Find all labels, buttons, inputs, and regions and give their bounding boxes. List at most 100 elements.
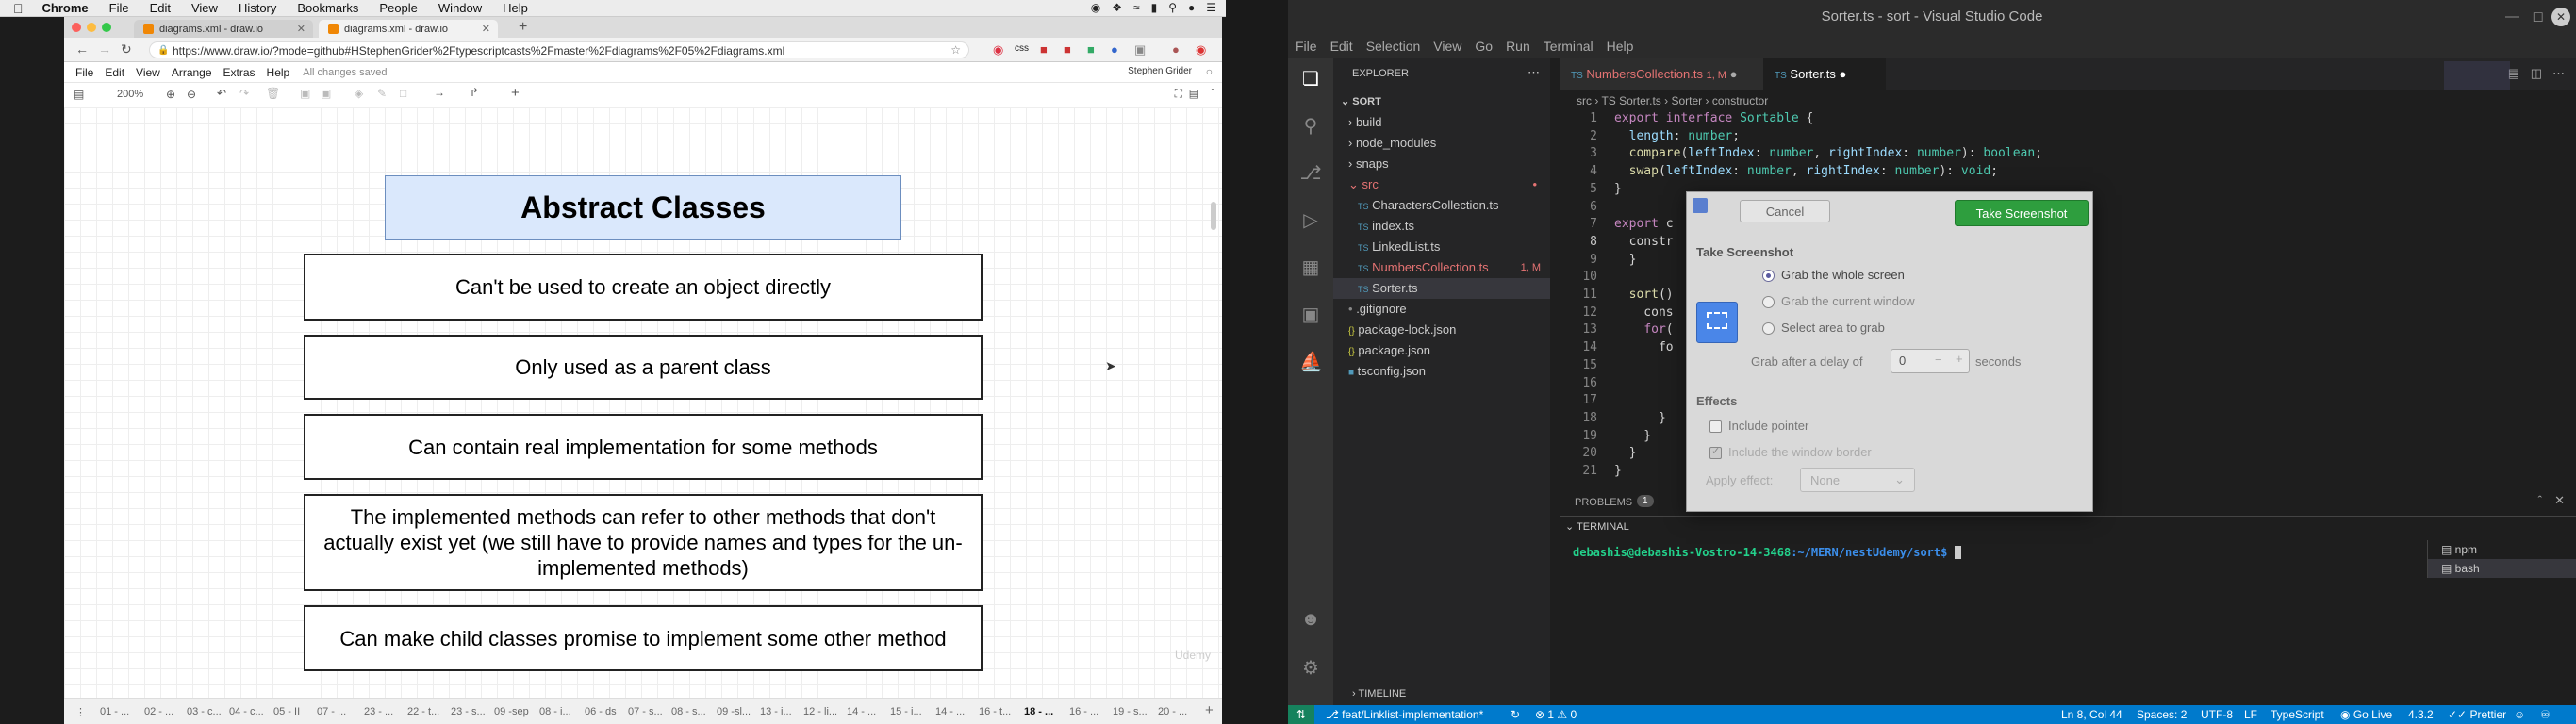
bookmark-star-icon[interactable]: ☆ — [950, 41, 961, 58]
tree-item-file[interactable]: ■ tsconfig.json — [1333, 361, 1550, 382]
battery-icon[interactable]: ▮ — [1151, 1, 1158, 14]
connection-icon[interactable]: → — [434, 86, 445, 99]
notification-icon[interactable]: ☰ — [1206, 1, 1216, 14]
forward-icon[interactable]: → — [98, 41, 111, 57]
diagram-box-3[interactable]: Can contain real implementation for some… — [304, 414, 983, 480]
zoom-in-icon[interactable]: ⊕ — [166, 88, 175, 101]
drawio-menu-help[interactable]: Help — [267, 66, 290, 79]
extension-icon[interactable]: ● — [1111, 42, 1118, 57]
menu-file[interactable]: File — [109, 1, 129, 15]
zoom-out-icon[interactable]: ⊖ — [187, 88, 196, 101]
globe-icon[interactable]: ○ — [1206, 65, 1213, 78]
profile-avatar[interactable]: ● — [1172, 42, 1180, 57]
diagram-box-1[interactable]: Can't be used to create an object direct… — [304, 254, 983, 321]
increment-icon[interactable]: + — [1956, 352, 1963, 366]
apply-effect-select[interactable]: None ⌄ — [1800, 468, 1915, 492]
language-mode[interactable]: TypeScript — [2271, 705, 2324, 724]
maximize-panel-icon[interactable]: ˆ — [2538, 493, 2542, 507]
zoom-select[interactable]: 200% — [117, 89, 143, 100]
reload-icon[interactable]: ↻ — [121, 41, 132, 58]
code-line[interactable]: export interface Sortable { — [1614, 111, 1813, 125]
terminal-list-item[interactable]: ▤ npm — [2428, 540, 2576, 559]
wifi-icon[interactable]: ≈ — [1133, 1, 1140, 14]
prettier[interactable]: ✓✓ Prettier — [2448, 705, 2506, 724]
waypoints-icon[interactable]: ↱ — [470, 86, 479, 99]
vmenu-help[interactable]: Help — [1607, 39, 1634, 54]
radio-whole-screen[interactable] — [1762, 270, 1775, 282]
delay-stepper[interactable]: 0 − + — [1891, 349, 1970, 373]
cursor-position[interactable]: Ln 8, Col 44 — [2061, 705, 2122, 724]
close-tab-icon[interactable]: ✕ — [297, 23, 305, 35]
extension-icon[interactable]: ■ — [1064, 42, 1071, 57]
page-tab[interactable]: 14 - ... — [935, 706, 965, 717]
more-actions-icon[interactable]: ⋯ — [1527, 65, 1540, 80]
page-tab[interactable]: 07 - s... — [628, 706, 663, 717]
remote-icon[interactable]: ⇅ — [1288, 705, 1314, 724]
docker-icon[interactable]: ⛵ — [1299, 350, 1323, 372]
tree-item-folder[interactable]: › node_modules — [1333, 133, 1550, 154]
breadcrumb-item[interactable]: Sorter — [1671, 94, 1702, 107]
line-color-icon[interactable]: ✎ — [377, 87, 387, 100]
vmenu-view[interactable]: View — [1433, 39, 1461, 54]
panel-tab-problems[interactable]: PROBLEMS — [1575, 497, 1632, 508]
take-screenshot-button[interactable]: Take Screenshot — [1955, 200, 2089, 226]
terminal-header[interactable]: ⌄ TERMINAL — [1560, 516, 2576, 536]
code-line[interactable]: length: number; — [1614, 129, 1740, 143]
editor-tab[interactable]: TS NumbersCollection.ts 1, M ● — [1560, 58, 1763, 90]
split-editor-icon[interactable]: ◫ — [2531, 66, 2542, 81]
new-tab-icon[interactable]: + — [519, 19, 527, 36]
code-line[interactable]: } — [1614, 411, 1666, 425]
page-tab[interactable]: 02 - ... — [144, 706, 173, 717]
extensions-icon[interactable]: ▦ — [1299, 255, 1322, 278]
browser-tab[interactable]: diagrams.xml - draw.io ✕ — [134, 20, 313, 38]
page-tab[interactable]: 14 - ... — [847, 706, 876, 717]
code-line[interactable]: } — [1614, 253, 1637, 267]
drawio-menu-extras[interactable]: Extras — [223, 66, 256, 79]
menu-chrome[interactable]: Chrome — [42, 1, 89, 15]
page-tab[interactable]: 06 - ds — [585, 706, 617, 717]
diagram-box-4[interactable]: The implemented methods can refer to oth… — [304, 494, 983, 591]
collapse-icon[interactable]: ˆ — [1211, 87, 1214, 100]
pages-menu-icon[interactable]: ⋮ — [75, 706, 86, 718]
page-tab[interactable]: 03 - c... — [187, 706, 222, 717]
page-tab[interactable]: 08 - i... — [539, 706, 571, 717]
include-border-label[interactable]: Include the window border — [1728, 445, 1872, 459]
tree-item-file[interactable]: TS LinkedList.ts — [1333, 237, 1550, 257]
vmenu-run[interactable]: Run — [1506, 39, 1530, 54]
editor-tab-active[interactable]: TS Sorter.ts ● — [1763, 58, 1886, 90]
minimap[interactable] — [2444, 61, 2510, 90]
page-tab[interactable]: 16 - t... — [979, 706, 1011, 717]
project-root[interactable]: ⌄ SORT — [1333, 91, 1550, 112]
line-ending[interactable]: LF — [2244, 705, 2257, 724]
siri-icon[interactable]: ● — [1188, 1, 1195, 14]
page-tab[interactable]: 01 - ... — [100, 706, 129, 717]
user-name[interactable]: Stephen Grider — [1128, 66, 1192, 76]
sync-icon[interactable]: ↻ — [1511, 705, 1520, 724]
settings-gear-icon[interactable]: ⚙ — [1299, 656, 1322, 679]
close-window-icon[interactable]: ✕ — [2551, 8, 2570, 26]
browser-tab-active[interactable]: diagrams.xml - draw.io ✕ — [319, 20, 498, 38]
code-line[interactable]: compare(leftIndex: number, rightIndex: n… — [1614, 146, 2042, 160]
diagram-box-5[interactable]: Can make child classes promise to implem… — [304, 605, 983, 671]
close-panel-icon[interactable]: ✕ — [2554, 493, 2565, 508]
page-tab-active[interactable]: 18 - ... — [1024, 706, 1053, 717]
apple-icon[interactable]:  — [13, 1, 24, 16]
tree-item-file-selected[interactable]: TS Sorter.ts — [1333, 278, 1550, 299]
delay-value[interactable]: 0 — [1899, 354, 1906, 368]
option-label[interactable]: Grab the whole screen — [1781, 268, 1905, 282]
minimize-window-icon[interactable] — [87, 23, 96, 32]
breadcrumb-item[interactable]: src — [1577, 94, 1592, 107]
search-icon[interactable]: ⚲ — [1299, 114, 1322, 137]
explorer-icon[interactable]: ❏ — [1299, 67, 1322, 90]
menu-window[interactable]: Window — [438, 1, 482, 15]
menu-view[interactable]: View — [191, 1, 218, 15]
format-toggle-icon[interactable]: ▤ — [1189, 87, 1199, 100]
menu-history[interactable]: History — [239, 1, 276, 15]
radio-current-window[interactable] — [1762, 296, 1775, 308]
page-tab[interactable]: 23 - ... — [364, 706, 393, 717]
code-line[interactable]: fo — [1614, 340, 1674, 354]
code-line[interactable]: export c — [1614, 217, 1674, 231]
unsaved-dot-icon[interactable]: ● — [1839, 67, 1846, 81]
page-tab[interactable]: 16 - ... — [1069, 706, 1098, 717]
code-line[interactable]: for( — [1614, 322, 1673, 337]
